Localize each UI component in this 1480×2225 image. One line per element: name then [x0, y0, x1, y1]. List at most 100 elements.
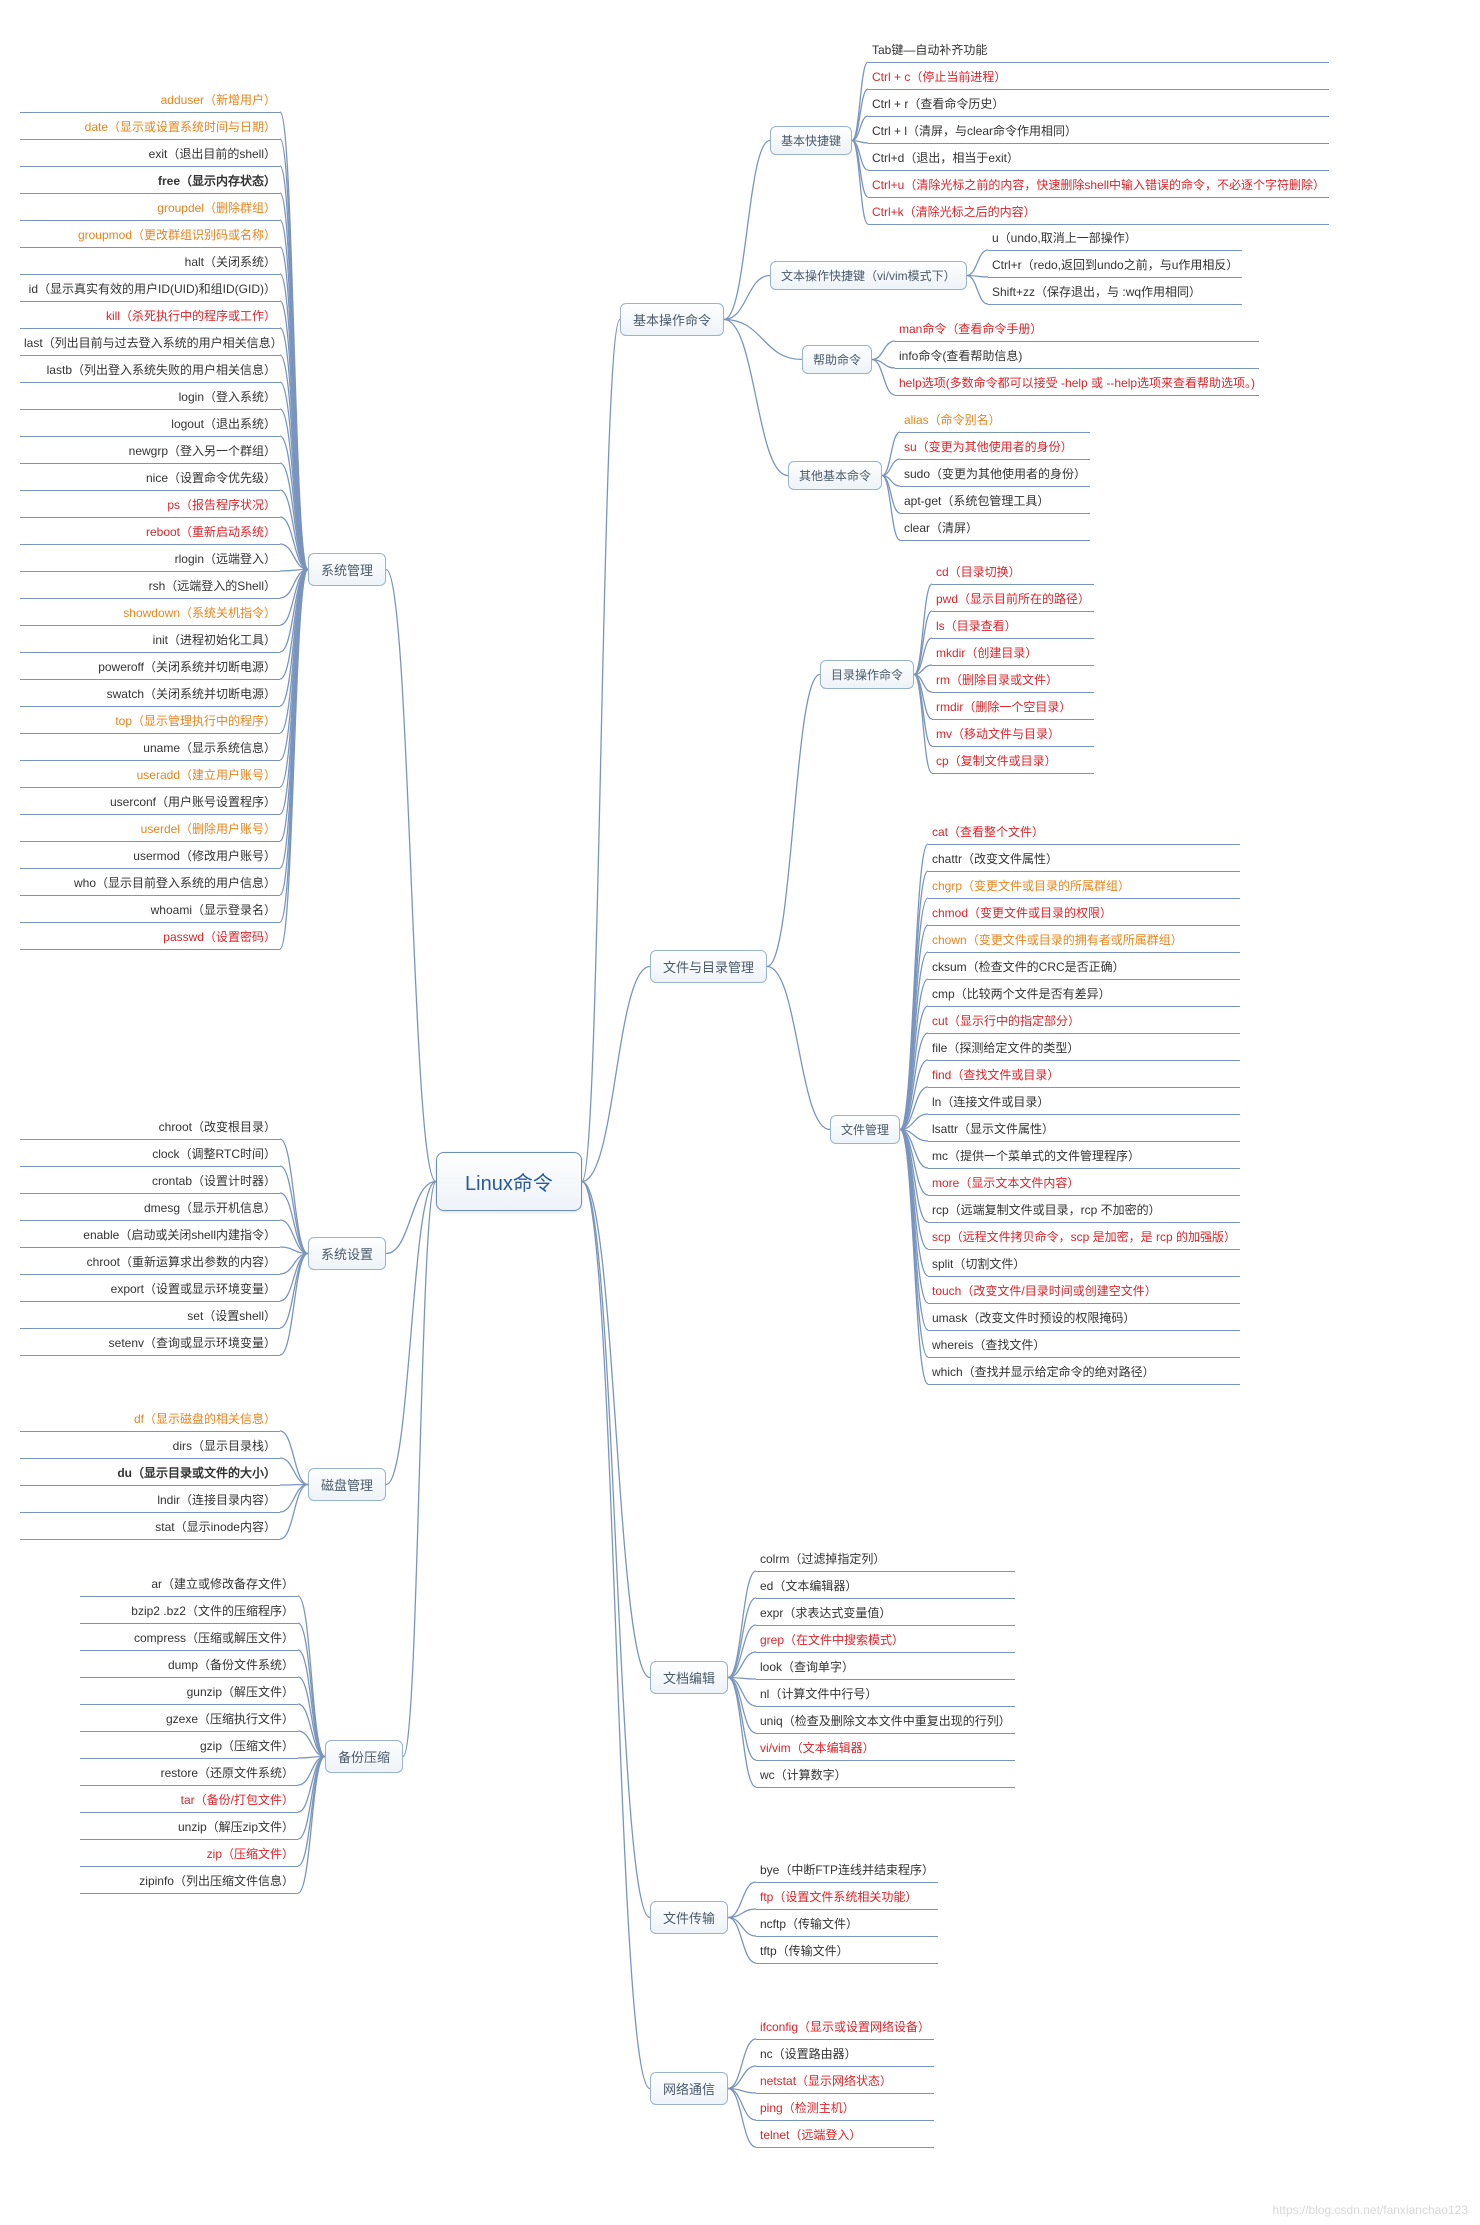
leaf-item[interactable]: dirs（显示目录栈）	[20, 1434, 280, 1459]
leaf-item[interactable]: dump（备份文件系统）	[80, 1653, 298, 1678]
sub-help[interactable]: 帮助命令	[802, 345, 872, 374]
leaf-item[interactable]: colrm（过滤掉指定列）	[756, 1547, 1015, 1572]
sub-textop[interactable]: 文本操作快捷键（vi/vim模式下）	[770, 261, 967, 290]
leaf-item[interactable]: info命令(查看帮助信息)	[895, 344, 1259, 369]
leaf-item[interactable]: nc（设置路由器）	[756, 2042, 934, 2067]
leaf-item[interactable]: cksum（检查文件的CRC是否正确）	[928, 955, 1240, 980]
leaf-item[interactable]: help选项(多数命令都可以接受 -help 或 --help选项来查看帮助选项…	[895, 371, 1259, 396]
branch-sysset[interactable]: 系统设置	[308, 1237, 386, 1270]
branch-netcomm[interactable]: 网络通信	[650, 2072, 728, 2105]
leaf-item[interactable]: bye（中断FTP连线并结束程序）	[756, 1858, 938, 1883]
leaf-item[interactable]: cut（显示行中的指定部分）	[928, 1009, 1240, 1034]
leaf-item[interactable]: poweroff（关闭系统并切断电源）	[20, 655, 280, 680]
leaf-item[interactable]: reboot（重新启动系统）	[20, 520, 280, 545]
leaf-item[interactable]: rlogin（远端登入）	[20, 547, 280, 572]
branch-filetrans[interactable]: 文件传输	[650, 1901, 728, 1934]
branch-filedir[interactable]: 文件与目录管理	[650, 950, 767, 983]
leaf-item[interactable]: dmesg（显示开机信息）	[20, 1196, 280, 1221]
leaf-item[interactable]: ncftp（传输文件）	[756, 1912, 938, 1937]
leaf-item[interactable]: ls（目录查看）	[932, 614, 1094, 639]
leaf-item[interactable]: cmp（比较两个文件是否有差异）	[928, 982, 1240, 1007]
leaf-item[interactable]: newgrp（登入另一个群组）	[20, 439, 280, 464]
leaf-item[interactable]: Ctrl+k（清除光标之后的内容）	[868, 200, 1329, 225]
leaf-item[interactable]: groupmod（更改群组识别码或名称）	[20, 223, 280, 248]
leaf-item[interactable]: man命令（查看命令手册）	[895, 317, 1259, 342]
leaf-item[interactable]: Ctrl+r（redo,返回到undo之前，与u作用相反）	[988, 253, 1242, 278]
leaf-item[interactable]: find（查找文件或目录）	[928, 1063, 1240, 1088]
leaf-item[interactable]: apt-get（系统包管理工具）	[900, 489, 1090, 514]
leaf-item[interactable]: expr（求表达式变量值）	[756, 1601, 1015, 1626]
leaf-item[interactable]: cat（查看整个文件）	[928, 820, 1240, 845]
leaf-item[interactable]: rsh（远端登入的Shell）	[20, 574, 280, 599]
leaf-item[interactable]: cd（目录切换）	[932, 560, 1094, 585]
leaf-item[interactable]: nl（计算文件中行号）	[756, 1682, 1015, 1707]
leaf-item[interactable]: df（显示磁盘的相关信息）	[20, 1407, 280, 1432]
leaf-item[interactable]: whereis（查找文件）	[928, 1333, 1240, 1358]
branch-backup[interactable]: 备份压缩	[325, 1740, 403, 1773]
leaf-item[interactable]: export（设置或显示环境变量）	[20, 1277, 280, 1302]
leaf-item[interactable]: usermod（修改用户账号）	[20, 844, 280, 869]
leaf-item[interactable]: kill（杀死执行中的程序或工作）	[20, 304, 280, 329]
leaf-item[interactable]: showdown（系统关机指令）	[20, 601, 280, 626]
leaf-item[interactable]: more（显示文本文件内容）	[928, 1171, 1240, 1196]
leaf-item[interactable]: enable（启动或关闭shell内建指令）	[20, 1223, 280, 1248]
leaf-item[interactable]: lastb（列出登入系统失败的用户相关信息）	[20, 358, 280, 383]
leaf-item[interactable]: Tab键—自动补齐功能	[868, 38, 1329, 63]
branch-sysmgmt[interactable]: 系统管理	[308, 553, 386, 586]
leaf-item[interactable]: ping（检测主机）	[756, 2096, 934, 2121]
leaf-item[interactable]: tftp（传输文件）	[756, 1939, 938, 1964]
leaf-item[interactable]: Ctrl+d（退出，相当于exit）	[868, 146, 1329, 171]
sub-otherbasic[interactable]: 其他基本命令	[788, 461, 882, 490]
leaf-item[interactable]: mc（提供一个菜单式的文件管理程序）	[928, 1144, 1240, 1169]
leaf-item[interactable]: ifconfig（显示或设置网络设备）	[756, 2015, 934, 2040]
leaf-item[interactable]: ftp（设置文件系统相关功能）	[756, 1885, 938, 1910]
leaf-item[interactable]: chroot（重新运算求出参数的内容）	[20, 1250, 280, 1275]
leaf-item[interactable]: zip（压缩文件）	[80, 1842, 298, 1867]
leaf-item[interactable]: rm（删除目录或文件）	[932, 668, 1094, 693]
leaf-item[interactable]: mkdir（创建目录）	[932, 641, 1094, 666]
leaf-item[interactable]: sudo（变更为其他使用者的身份）	[900, 462, 1090, 487]
sub-filemgmt[interactable]: 文件管理	[830, 1115, 900, 1144]
leaf-item[interactable]: lndir（连接目录内容）	[20, 1488, 280, 1513]
leaf-item[interactable]: wc（计算数字）	[756, 1763, 1015, 1788]
leaf-item[interactable]: zipinfo（列出压缩文件信息）	[80, 1869, 298, 1894]
leaf-item[interactable]: split（切割文件）	[928, 1252, 1240, 1277]
leaf-item[interactable]: exit（退出目前的shell）	[20, 142, 280, 167]
leaf-item[interactable]: lsattr（显示文件属性）	[928, 1117, 1240, 1142]
leaf-item[interactable]: Ctrl + c（停止当前进程）	[868, 65, 1329, 90]
leaf-item[interactable]: gunzip（解压文件）	[80, 1680, 298, 1705]
leaf-item[interactable]: uname（显示系统信息）	[20, 736, 280, 761]
leaf-item[interactable]: Ctrl+u（清除光标之前的内容，快速删除shell中输入错误的命令，不必逐个字…	[868, 173, 1329, 198]
leaf-item[interactable]: compress（压缩或解压文件）	[80, 1626, 298, 1651]
leaf-item[interactable]: date（显示或设置系统时间与日期）	[20, 115, 280, 140]
leaf-item[interactable]: alias（命令别名）	[900, 408, 1090, 433]
leaf-item[interactable]: rmdir（删除一个空目录）	[932, 695, 1094, 720]
leaf-item[interactable]: tar（备份/打包文件）	[80, 1788, 298, 1813]
leaf-item[interactable]: du（显示目录或文件的大小）	[20, 1461, 280, 1486]
leaf-item[interactable]: bzip2 .bz2（文件的压缩程序）	[80, 1599, 298, 1624]
branch-disk[interactable]: 磁盘管理	[308, 1468, 386, 1501]
leaf-item[interactable]: crontab（设置计时器）	[20, 1169, 280, 1194]
leaf-item[interactable]: top（显示管理执行中的程序）	[20, 709, 280, 734]
leaf-item[interactable]: chmod（变更文件或目录的权限）	[928, 901, 1240, 926]
leaf-item[interactable]: umask（改变文件时预设的权限掩码）	[928, 1306, 1240, 1331]
branch-docedit[interactable]: 文档编辑	[650, 1661, 728, 1694]
leaf-item[interactable]: adduser（新增用户）	[20, 88, 280, 113]
leaf-item[interactable]: look（查询单字）	[756, 1655, 1015, 1680]
leaf-item[interactable]: ln（连接文件或目录）	[928, 1090, 1240, 1115]
leaf-item[interactable]: Ctrl + l（清屏，与clear命令作用相同）	[868, 119, 1329, 144]
root-node[interactable]: Linux命令	[436, 1152, 582, 1211]
leaf-item[interactable]: uniq（检查及删除文本文件中重复出现的行列）	[756, 1709, 1015, 1734]
leaf-item[interactable]: set（设置shell）	[20, 1304, 280, 1329]
leaf-item[interactable]: init（进程初始化工具）	[20, 628, 280, 653]
leaf-item[interactable]: chown（变更文件或目录的拥有者或所属群组）	[928, 928, 1240, 953]
leaf-item[interactable]: login（登入系统）	[20, 385, 280, 410]
sub-shortcut[interactable]: 基本快捷键	[770, 126, 852, 155]
leaf-item[interactable]: groupdel（删除群组）	[20, 196, 280, 221]
leaf-item[interactable]: mv（移动文件与目录）	[932, 722, 1094, 747]
leaf-item[interactable]: touch（改变文件/目录时间或创建空文件）	[928, 1279, 1240, 1304]
leaf-item[interactable]: u（undo,取消上一部操作）	[988, 226, 1242, 251]
leaf-item[interactable]: who（显示目前登入系统的用户信息）	[20, 871, 280, 896]
leaf-item[interactable]: ps（报告程序状况）	[20, 493, 280, 518]
leaf-item[interactable]: ed（文本编辑器）	[756, 1574, 1015, 1599]
